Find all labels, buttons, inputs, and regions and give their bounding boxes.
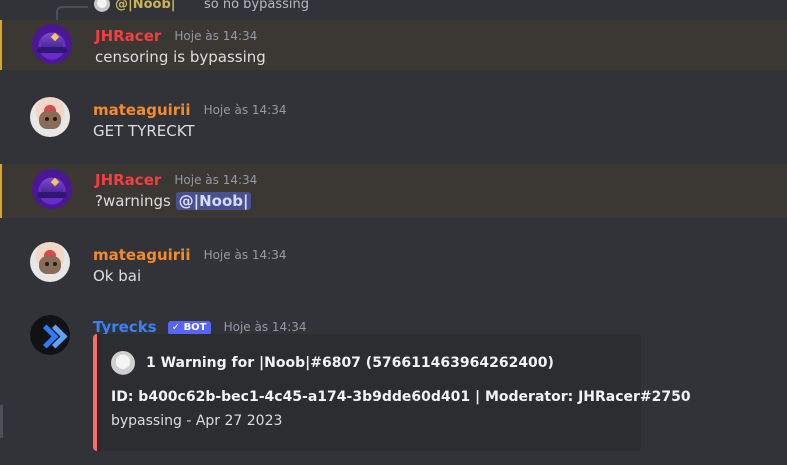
message-content: GET TYRECKT xyxy=(93,122,195,140)
timestamp: Hoje às 14:34 xyxy=(174,29,258,43)
avatar-tyrecks[interactable] xyxy=(30,315,70,355)
user-mention[interactable]: @|Noob| xyxy=(175,192,252,210)
message-3[interactable]: JHRacer Hoje às 14:34 ?warnings @|Noob| xyxy=(0,164,787,218)
avatar-jhracer[interactable] xyxy=(32,169,72,209)
author-name[interactable]: JHRacer xyxy=(95,27,161,45)
reply-text: so no bypassing xyxy=(204,0,309,12)
embed-user-avatar xyxy=(111,351,135,375)
message-meta: JHRacer Hoje às 14:34 xyxy=(95,170,257,189)
message-4[interactable]: mateaguirii Hoje às 14:34 Ok bai xyxy=(0,239,787,289)
reply-avatar xyxy=(94,0,110,12)
bot-badge: ✓ BOT xyxy=(167,321,211,335)
message-content: ?warnings @|Noob| xyxy=(95,192,252,210)
chat-panel: @|Noob| so no bypassing JHRacer Hoje às … xyxy=(0,0,787,465)
timestamp: Hoje às 14:34 xyxy=(174,173,258,187)
left-scroll-indicator xyxy=(0,405,3,438)
reply-connector xyxy=(56,6,88,20)
author-name[interactable]: JHRacer xyxy=(95,171,161,189)
reply-preview[interactable]: @|Noob| so no bypassing xyxy=(0,0,787,20)
monkey-face-icon xyxy=(39,256,61,274)
embed-description-line-2: bypassing - Apr 27 2023 xyxy=(111,413,283,429)
embed-description-line-1: ID: b400c62b-bec1-4c45-a174-3b9dde60d401… xyxy=(111,389,691,405)
message-1[interactable]: JHRacer Hoje às 14:34 censoring is bypas… xyxy=(0,20,787,70)
message-meta: mateaguirii Hoje às 14:34 xyxy=(93,245,286,264)
warning-embed: 1 Warning for |Noob|#6807 (5766114639642… xyxy=(93,334,691,451)
avatar-mateaguirii[interactable] xyxy=(30,242,70,282)
message-2[interactable]: mateaguirii Hoje às 14:34 GET TYRECKT xyxy=(0,94,787,144)
eye-icon xyxy=(45,262,49,266)
eye-icon xyxy=(53,262,57,266)
message-5[interactable]: Tyrecks ✓ BOT Hoje às 14:34 1 Warning fo… xyxy=(0,311,787,461)
message-meta: mateaguirii Hoje às 14:34 xyxy=(93,100,286,119)
timestamp: Hoje às 14:34 xyxy=(223,320,307,334)
timestamp: Hoje às 14:34 xyxy=(203,103,287,117)
avatar-mateaguirii[interactable] xyxy=(30,97,70,137)
message-meta: JHRacer Hoje às 14:34 xyxy=(95,26,257,45)
author-name[interactable]: mateaguirii xyxy=(93,246,190,264)
eye-icon xyxy=(45,117,49,121)
reply-mention[interactable]: @|Noob| xyxy=(115,0,176,12)
avatar-jhracer[interactable] xyxy=(32,24,72,64)
hat-brim-icon xyxy=(37,47,67,53)
eye-icon xyxy=(53,117,57,121)
hat-brim-icon xyxy=(37,192,67,198)
monkey-face-icon xyxy=(39,111,61,129)
timestamp: Hoje às 14:34 xyxy=(203,248,287,262)
author-name[interactable]: mateaguirii xyxy=(93,101,190,119)
command-text: ?warnings xyxy=(95,192,171,210)
embed-title: 1 Warning for |Noob|#6807 (5766114639642… xyxy=(146,355,554,371)
message-content: censoring is bypassing xyxy=(95,48,266,66)
message-content: Ok bai xyxy=(93,267,142,285)
